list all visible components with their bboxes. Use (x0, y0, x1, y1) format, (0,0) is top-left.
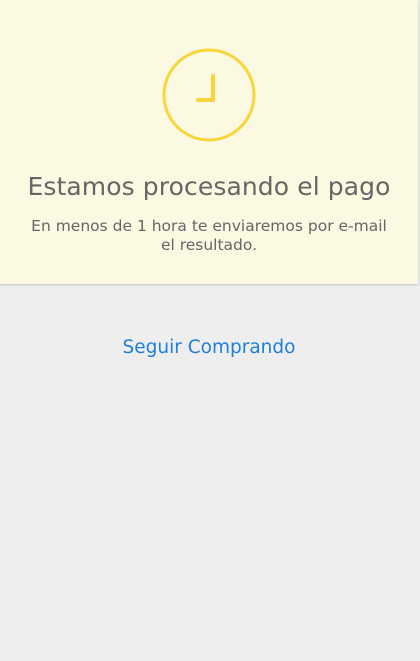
status-title: Estamos procesando el pago (27, 172, 391, 201)
status-message: En menos de 1 hora te enviaremos por e-m… (31, 217, 387, 254)
payment-pending-page: Estamos procesando el pago En menos de 1… (0, 0, 420, 661)
clock-icon (162, 48, 256, 142)
continue-shopping-link[interactable]: Seguir Comprando (0, 336, 418, 360)
payment-status-card: Estamos procesando el pago En menos de 1… (0, 0, 418, 284)
